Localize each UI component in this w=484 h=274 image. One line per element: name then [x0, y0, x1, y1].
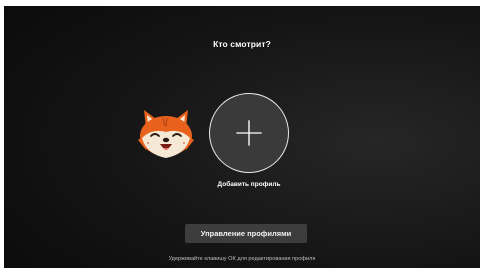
add-profile-button[interactable] [209, 93, 289, 173]
fox-avatar-icon [138, 110, 194, 158]
profile-select-screen: Кто смотрит? Добавить профиль Управление… [4, 6, 480, 268]
page-title: Кто смотрит? [213, 39, 271, 49]
profile-avatar-fox[interactable] [134, 106, 198, 164]
manage-profiles-button[interactable]: Управление профилями [185, 224, 307, 243]
edit-hint-text: Удерживайте клавишу ОК для редактировани… [168, 256, 316, 262]
plus-icon [236, 120, 262, 146]
add-profile-label: Добавить профиль [217, 181, 281, 188]
